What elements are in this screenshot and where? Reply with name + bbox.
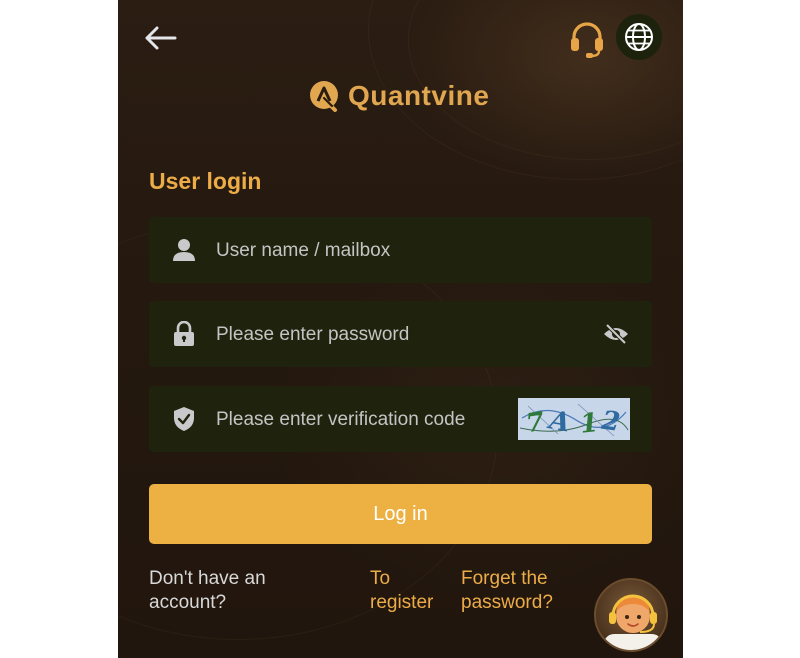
- brand-name: Quantvine: [348, 80, 490, 111]
- username-input[interactable]: [216, 239, 516, 263]
- quantvine-logo-icon: [310, 81, 338, 112]
- user-icon: [172, 238, 196, 262]
- globe-icon: [625, 23, 653, 51]
- headset-icon: [571, 22, 603, 58]
- register-link[interactable]: To register: [370, 567, 433, 615]
- password-input[interactable]: [216, 323, 516, 347]
- verification-code-input[interactable]: [216, 408, 506, 432]
- register-link-line: To: [370, 568, 391, 589]
- forgot-password-link[interactable]: Forget the password?: [461, 567, 553, 615]
- no-account-line: account?: [149, 592, 227, 613]
- register-link-line: register: [370, 592, 434, 613]
- username-field[interactable]: [149, 217, 652, 283]
- support-agent-icon: [604, 594, 662, 650]
- eye-slash-icon: [604, 323, 628, 345]
- back-button[interactable]: [140, 20, 180, 56]
- captcha-char: 1: [579, 408, 600, 440]
- login-button[interactable]: Log in: [149, 484, 652, 544]
- shield-check-icon: [172, 407, 196, 431]
- password-field[interactable]: [149, 301, 652, 367]
- forgot-password-line: password?: [461, 592, 553, 613]
- brand-logo: Quantvine: [308, 78, 489, 114]
- toggle-password-visibility-button[interactable]: [602, 321, 630, 347]
- no-account-line: Don't have an: [149, 568, 266, 589]
- arrow-left-icon: [145, 26, 177, 50]
- verification-field[interactable]: 7 A 1 2: [149, 386, 652, 452]
- forgot-password-line: Forget the: [461, 568, 548, 589]
- customer-support-button[interactable]: [566, 18, 608, 60]
- language-button[interactable]: [616, 14, 662, 60]
- login-screen: Quantvine User login User name / mailbox…: [118, 0, 683, 658]
- page-title: User login: [149, 168, 262, 194]
- lock-icon: [172, 321, 196, 346]
- captcha-image[interactable]: 7 A 1 2: [518, 398, 630, 440]
- no-account-text: Don't have an account?: [149, 567, 266, 615]
- customer-service-avatar[interactable]: [594, 578, 668, 652]
